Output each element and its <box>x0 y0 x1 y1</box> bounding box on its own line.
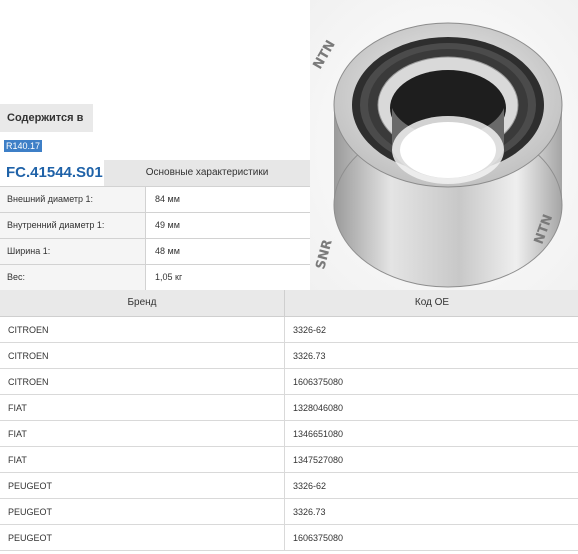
spec-key: Внешний диаметр 1: <box>0 187 146 212</box>
table-row: CITROEN 3326.73 <box>0 343 578 369</box>
column-header-oe-code: Код OE <box>284 290 578 316</box>
spec-value: 84 мм <box>155 194 180 204</box>
spec-row: Внутренний диаметр 1: 49 мм <box>0 212 310 238</box>
spec-row: Ширина 1: 48 мм <box>0 238 310 264</box>
brand-cell: CITROEN <box>8 325 49 335</box>
product-image: NTN NTN SNR <box>310 0 578 292</box>
spec-key: Ширина 1: <box>0 239 146 264</box>
column-header-brand: Бренд <box>127 297 157 308</box>
table-row: FIAT 1346651080 <box>0 421 578 447</box>
spec-value: 48 мм <box>155 246 180 256</box>
table-row: CITROEN 3326-62 <box>0 317 578 343</box>
brand-cell: CITROEN <box>8 351 49 361</box>
oe-code-cell: 1346651080 <box>284 421 578 447</box>
oe-code-cell: 1347527080 <box>284 447 578 473</box>
brand-cell: PEUGEOT <box>8 481 53 491</box>
brand-cell: FIAT <box>8 455 27 465</box>
oe-code-cell: 3326.73 <box>284 343 578 369</box>
brand-cell: PEUGEOT <box>8 533 53 543</box>
table-row: FIAT 1347527080 <box>0 447 578 473</box>
spec-table-title: Основные характеристики <box>104 160 310 186</box>
table-row: CITROEN 1606375080 <box>0 369 578 395</box>
oe-code-cell: 1606375080 <box>284 369 578 395</box>
table-row: PEUGEOT 3326-62 <box>0 473 578 499</box>
spec-value: 49 мм <box>155 220 180 230</box>
product-code: FC.41544.S01 <box>0 160 104 186</box>
oe-table-header: Бренд Код OE <box>0 290 578 317</box>
spec-row: Вес: 1,05 кг <box>0 264 310 290</box>
spec-value: 1,05 кг <box>155 272 183 282</box>
brand-cell: FIAT <box>8 403 27 413</box>
brand-cell: FIAT <box>8 429 27 439</box>
brand-cell: CITROEN <box>8 377 49 387</box>
wheel-bearing-icon: NTN NTN SNR <box>310 0 578 292</box>
table-row: FIAT 1328046080 <box>0 395 578 421</box>
oe-code-cell: 3326-62 <box>284 317 578 343</box>
contained-in-label: Содержится в <box>0 104 93 132</box>
brand-cell: PEUGEOT <box>8 507 53 517</box>
spec-row: Внешний диаметр 1: 84 мм <box>0 186 310 212</box>
oe-code-cell: 3326-62 <box>284 473 578 499</box>
oe-code-cell: 3326.73 <box>284 499 578 525</box>
oe-code-cell: 1606375080 <box>284 525 578 551</box>
kit-link[interactable]: R140.17 <box>4 140 43 152</box>
spec-key: Вес: <box>0 265 146 290</box>
table-row: PEUGEOT 1606375080 <box>0 525 578 551</box>
spec-key: Внутренний диаметр 1: <box>0 213 146 238</box>
oe-code-cell: 1328046080 <box>284 395 578 421</box>
table-row: PEUGEOT 3326.73 <box>0 499 578 525</box>
